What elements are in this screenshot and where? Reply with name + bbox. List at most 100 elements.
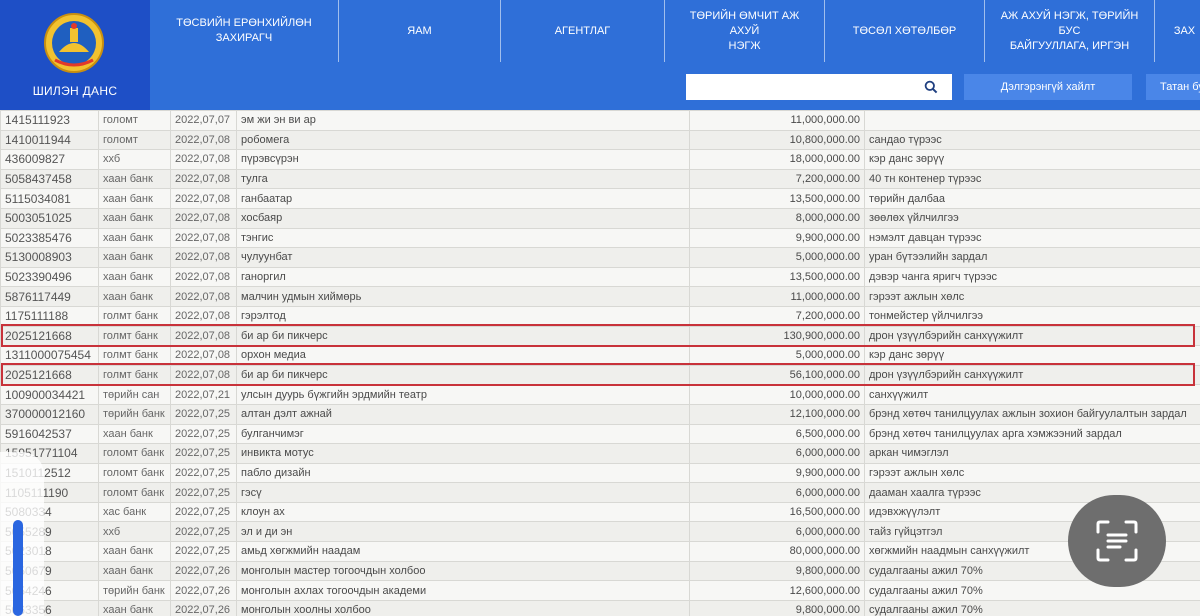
table-row[interactable]: 100900034421 төрийн сан 2022,07,21 улсын ду… bbox=[0, 384, 1200, 405]
table-row[interactable]: 1415111923 голомт 2022,07,07 эм жи эн ви ар… bbox=[0, 110, 1200, 131]
purpose-cell: уран бүтээлийн зардал bbox=[864, 247, 1200, 268]
table-row[interactable]: 5876117449 хаан банк 2022,07,08 малчин удмы… bbox=[0, 286, 1200, 307]
date-cell: 2022,07,08 bbox=[170, 364, 237, 386]
purpose-cell: дэвэр чанга яригч түрээс bbox=[864, 266, 1200, 288]
bank-cell: голмт банк bbox=[98, 325, 171, 347]
recipient-cell: алтан дэлт ажнай bbox=[236, 403, 690, 425]
nav-item-5[interactable]: АЖ АХУЙ НЭГЖ, ТӨРИЙН БУС БАЙГУУЛЛАГА, ИР… bbox=[984, 0, 1154, 62]
table-row[interactable]: 1410011944 голомт 2022,07,08 робомега 10,800… bbox=[0, 129, 1200, 151]
table-row[interactable]: 5003051025 хаан банк 2022,07,08 хосбаяр 8,00… bbox=[0, 207, 1200, 229]
table-row[interactable]: 5063356хаан банк2022,07,26монголын хоолн… bbox=[0, 599, 1200, 616]
table-row[interactable]: 5054246төрийн банк2022,07,26монголын ахл… bbox=[0, 580, 1200, 601]
account-number-cell: 5876117449 bbox=[0, 286, 99, 307]
bank-cell: голомт bbox=[98, 110, 171, 131]
transactions-table: 1415111923 голомт 2022,07,07 эм жи эн ви ар… bbox=[0, 110, 1200, 616]
table-row[interactable]: 1105111190голомт банк2022,07,25гэсү6,000… bbox=[0, 482, 1200, 503]
table-row[interactable]: 1311000075454 голмт банк 2022,07,08 орхон м… bbox=[0, 345, 1200, 366]
table-row[interactable]: 2025121668 голмт банк 2022,07,08 би ар би п… bbox=[0, 325, 1200, 347]
amount-cell: 16,500,000.00 bbox=[689, 501, 865, 523]
amount-cell: 13,500,000.00 bbox=[689, 266, 865, 288]
table-row[interactable]: 5115034081 хаан банк 2022,07,08 ганбаатар 13… bbox=[0, 188, 1200, 209]
account-number-cell: 5115034081 bbox=[0, 188, 99, 209]
date-cell: 2022,07,08 bbox=[170, 129, 237, 151]
search-input[interactable] bbox=[686, 74, 910, 100]
purpose-cell: дааман хаалга түрээс bbox=[864, 482, 1200, 503]
account-number-cell: 370000012160 bbox=[0, 403, 99, 425]
recipient-cell: пүрэвсүрэн bbox=[236, 149, 690, 170]
account-number-cell: 1415111923 bbox=[0, 110, 99, 131]
date-cell: 2022,07,08 bbox=[170, 188, 237, 209]
date-cell: 2022,07,25 bbox=[170, 541, 237, 562]
bank-cell: голомт bbox=[98, 129, 171, 151]
date-cell: 2022,07,25 bbox=[170, 403, 237, 425]
table-row[interactable]: 370000012160 төрийн банк 2022,07,25 алтан д… bbox=[0, 403, 1200, 425]
purpose-cell: судалгааны ажил 70% bbox=[864, 599, 1200, 616]
table-row[interactable]: 2025121668 голмт банк 2022,07,08 би ар би п… bbox=[0, 364, 1200, 386]
nav-item-2[interactable]: АГЕНТЛАГ bbox=[500, 0, 664, 62]
amount-cell: 5,000,000.00 bbox=[689, 247, 865, 268]
bank-cell: голмт банк bbox=[98, 345, 171, 366]
recipient-cell: тэнгис bbox=[236, 227, 690, 249]
download-button[interactable]: Татан бу bbox=[1146, 74, 1200, 100]
bank-cell: хаан банк bbox=[98, 247, 171, 268]
table-row[interactable]: 5055289ххб2022,07,25эл и ди эн6,000,000.… bbox=[0, 521, 1200, 543]
advanced-search-button[interactable]: Дэлгэрэнгүй хайлт bbox=[964, 74, 1132, 100]
search-button[interactable] bbox=[910, 74, 952, 100]
recipient-cell: амьд хөгжмийн наадам bbox=[236, 541, 690, 562]
site-header: ШИЛЭН ДАНС ТӨСВИЙН ЕРӨНХИЙЛӨН ЗАХИРАГЧ ЯА… bbox=[0, 0, 1200, 110]
account-number-cell: 5916042537 bbox=[0, 423, 99, 445]
recipient-cell: булганчимэг bbox=[236, 423, 690, 445]
account-number-cell: 1175111188 bbox=[0, 305, 99, 327]
amount-cell: 13,500,000.00 bbox=[689, 188, 865, 209]
bank-cell: хаан банк bbox=[98, 168, 171, 190]
recipient-cell: улсын дуурь бүжгийн эрдмийн театр bbox=[236, 384, 690, 405]
scrollbar-thumb[interactable] bbox=[13, 520, 23, 616]
nav-item-0[interactable]: ТӨСВИЙН ЕРӨНХИЙЛӨН ЗАХИРАГЧ bbox=[150, 0, 338, 62]
table-row[interactable]: 5916042537 хаан банк 2022,07,25 булганчимэг… bbox=[0, 423, 1200, 445]
scan-text-button[interactable] bbox=[1068, 495, 1166, 587]
logo-area[interactable]: ШИЛЭН ДАНС bbox=[0, 0, 150, 110]
table-row[interactable]: 1175111188 голмт банк 2022,07,08 гэрэлтод 7,… bbox=[0, 305, 1200, 327]
table-row[interactable]: 5023018хаан банк2022,07,25амьд хөгжмийн … bbox=[0, 541, 1200, 562]
table-row[interactable]: 436009827 ххб 2022,07,08 пүрэвсүрэн 18,000,0… bbox=[0, 149, 1200, 170]
account-number-cell: 436009827 bbox=[0, 149, 99, 170]
table-row[interactable]: 5080334хас банк2022,07,25клоун ах16,500,… bbox=[0, 501, 1200, 523]
table-row[interactable]: 5130008903 хаан банк 2022,07,08 чулуунбат 5,… bbox=[0, 247, 1200, 268]
purpose-cell: санхүүжилт bbox=[864, 384, 1200, 405]
date-cell: 2022,07,25 bbox=[170, 501, 237, 523]
nav-item-1[interactable]: ЯАМ bbox=[338, 0, 500, 62]
scan-text-icon bbox=[1096, 520, 1138, 562]
recipient-cell: гэрэлтод bbox=[236, 305, 690, 327]
date-cell: 2022,07,25 bbox=[170, 521, 237, 543]
table-row[interactable]: 15951771104 голомт банк 2022,07,25 инвикта … bbox=[0, 443, 1200, 464]
recipient-cell: пабло дизайн bbox=[236, 462, 690, 484]
table-row[interactable]: 1510112512голомт банк2022,07,25пабло диз… bbox=[0, 462, 1200, 484]
nav-item-3[interactable]: ТӨРИЙН ӨМЧИТ АЖ АХУЙ НЭГЖ bbox=[664, 0, 824, 62]
date-cell: 2022,07,08 bbox=[170, 149, 237, 170]
purpose-cell: дрон үзүүлбэрийн санхүүжилт bbox=[864, 325, 1200, 347]
bank-cell: голомт банк bbox=[98, 443, 171, 464]
table-row[interactable]: 5050679хаан банк2022,07,26монголын масте… bbox=[0, 560, 1200, 582]
table-row[interactable]: 5023385476 хаан банк 2022,07,08 тэнгис 9,900… bbox=[0, 227, 1200, 249]
recipient-cell: робомега bbox=[236, 129, 690, 151]
recipient-cell: би ар би пикчерс bbox=[236, 325, 690, 347]
nav-item-4[interactable]: ТӨСӨЛ ХӨТӨЛБӨР bbox=[824, 0, 984, 62]
recipient-cell: эл и ди эн bbox=[236, 521, 690, 543]
recipient-cell: тулга bbox=[236, 168, 690, 190]
amount-cell: 12,600,000.00 bbox=[689, 580, 865, 601]
nav-item-6[interactable]: ЗАХ bbox=[1154, 0, 1200, 62]
amount-cell: 5,000,000.00 bbox=[689, 345, 865, 366]
table-row[interactable]: 5058437458 хаан банк 2022,07,08 тулга 7,200,… bbox=[0, 168, 1200, 190]
purpose-cell: гэрээт ажлын хөлс bbox=[864, 286, 1200, 307]
purpose-cell: төрийн далбаа bbox=[864, 188, 1200, 209]
amount-cell: 6,000,000.00 bbox=[689, 443, 865, 464]
date-cell: 2022,07,08 bbox=[170, 345, 237, 366]
table-row[interactable]: 5023390496 хаан банк 2022,07,08 ганоргил 13,… bbox=[0, 266, 1200, 288]
purpose-cell: аркан чимэглэл bbox=[864, 443, 1200, 464]
bank-cell: төрийн сан bbox=[98, 384, 171, 405]
date-cell: 2022,07,08 bbox=[170, 325, 237, 347]
bank-cell: хаан банк bbox=[98, 286, 171, 307]
purpose-cell: зөөлөх үйлчилгээ bbox=[864, 207, 1200, 229]
amount-cell: 80,000,000.00 bbox=[689, 541, 865, 562]
bank-cell: төрийн банк bbox=[98, 580, 171, 601]
